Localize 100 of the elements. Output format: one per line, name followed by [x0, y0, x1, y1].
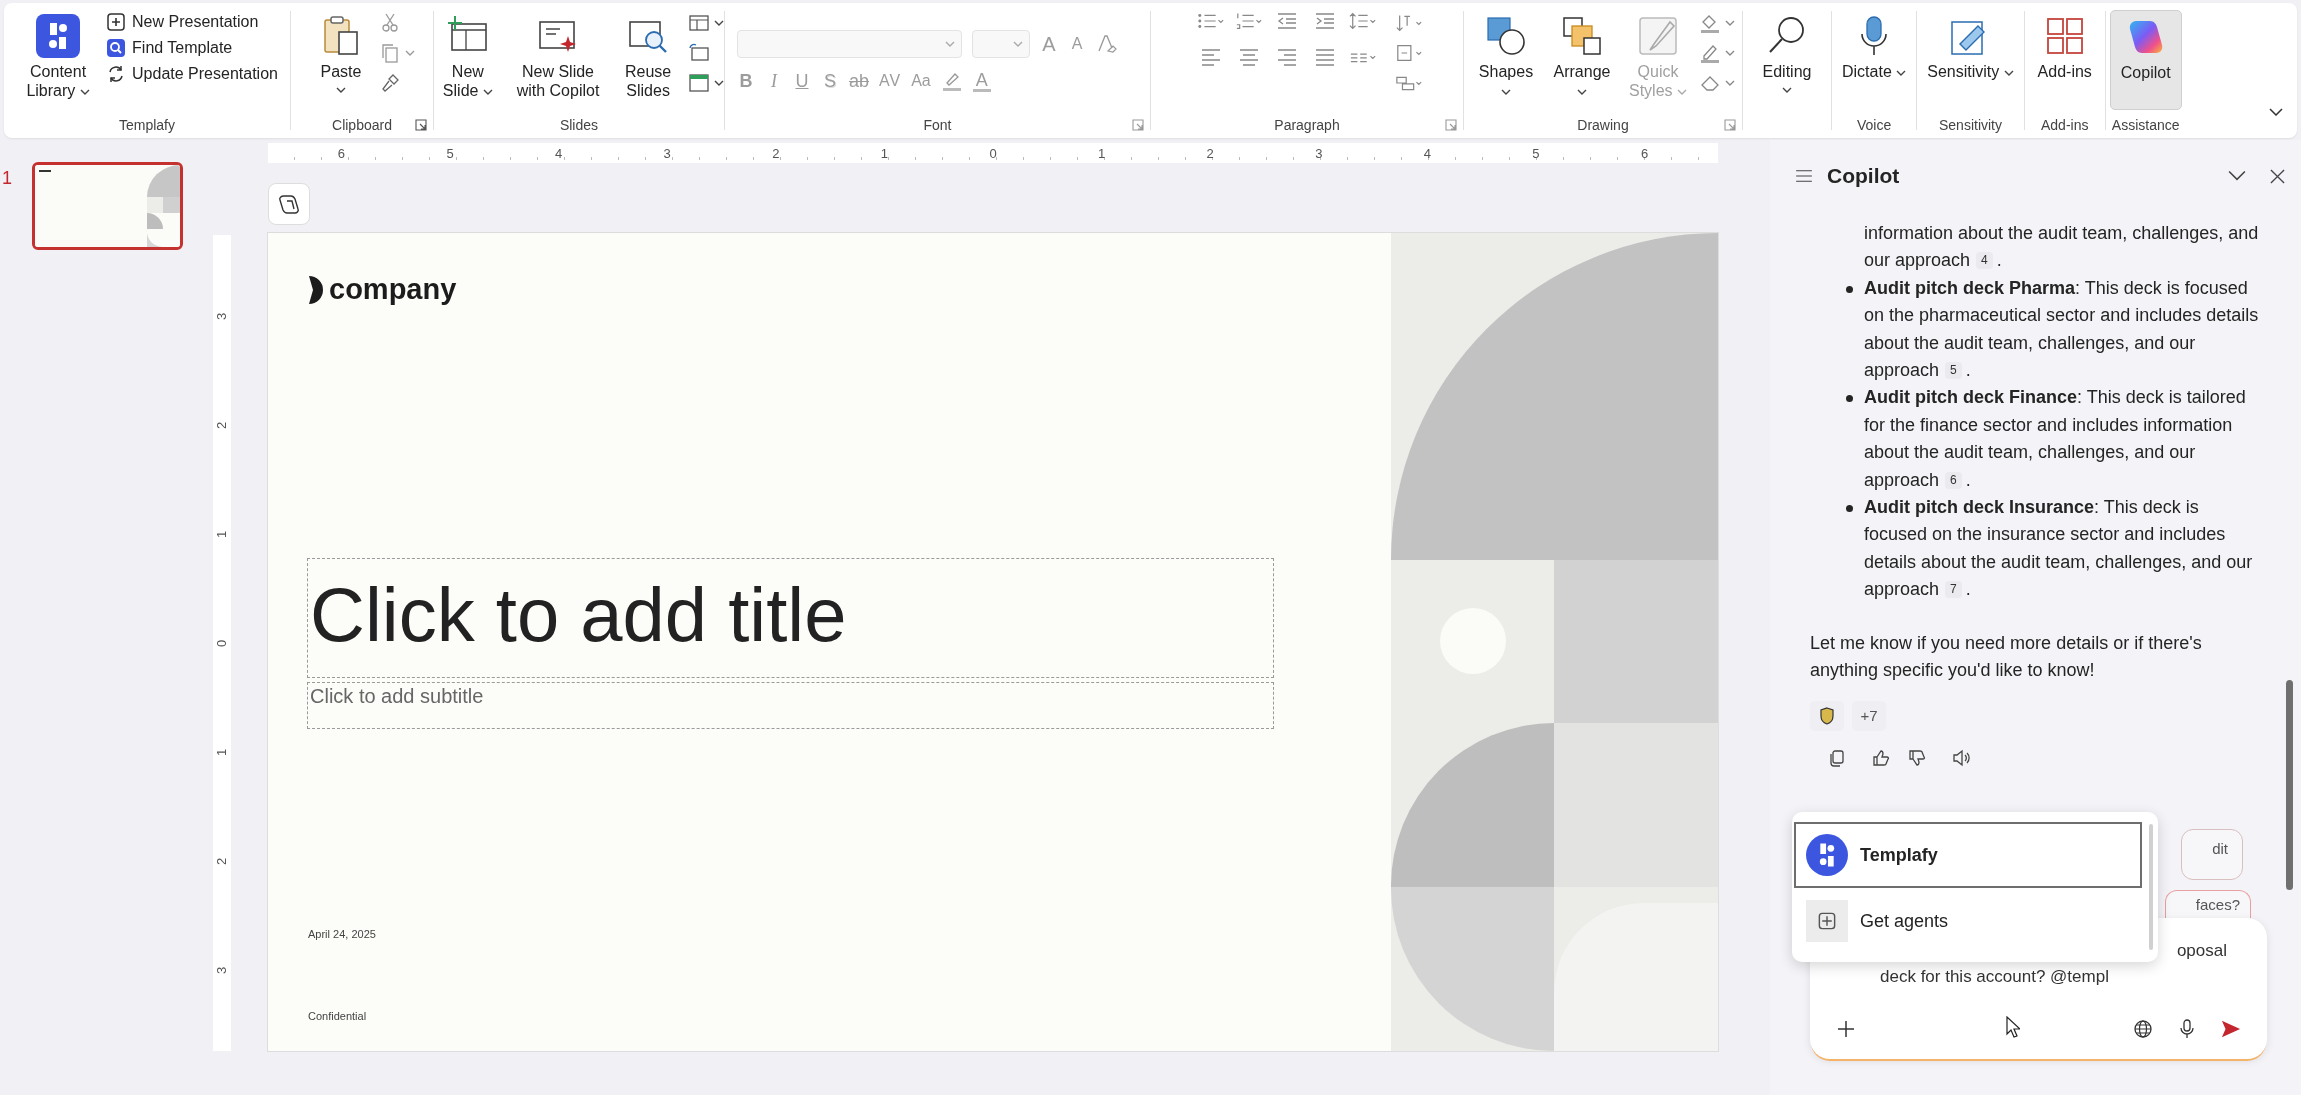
microphone-icon: [2177, 1019, 2197, 1039]
drawing-button[interactable]: Arrange: [1547, 10, 1617, 105]
ruler-number: 2: [1205, 145, 1215, 161]
slide-thumbnail[interactable]: [32, 162, 183, 250]
group-label: Font: [923, 117, 952, 133]
drawing-button[interactable]: Shapes: [1471, 10, 1541, 105]
ribbon-button[interactable]: Add-ins: [2028, 10, 2101, 110]
ruler-number: 4: [554, 145, 564, 161]
speaker-icon: [1952, 748, 1970, 767]
ruler-number: 6: [1639, 145, 1650, 161]
response-text: information about the audit team, challenges, and our approach 4 .: [1864, 222, 2259, 273]
globe-icon: [2133, 1019, 2153, 1039]
caret-icon: [2003, 69, 2014, 76]
ruler-number: 0: [213, 639, 231, 647]
copilot-outline-icon: [278, 193, 300, 215]
slide-button[interactable]: New Slide with Copilot: [507, 10, 609, 105]
caret-icon: [1013, 41, 1023, 47]
logo-icon: [307, 273, 323, 306]
thumbs-up-icon: [1872, 748, 1890, 767]
editing-button[interactable]: Editing: [1745, 10, 1829, 98]
menu-icon: [1795, 169, 1813, 183]
ruler-number: 1: [213, 530, 231, 538]
templafy-command[interactable]: Update Presentation: [106, 64, 278, 84]
align-text-icon: [1395, 42, 1423, 64]
ribbon-button[interactable]: Dictate: [1836, 10, 1913, 110]
ruler-number: 5: [1531, 145, 1541, 161]
close-icon: [2270, 168, 2285, 184]
mention-menu-item[interactable]: Templafy: [1794, 822, 2142, 888]
dialog-launcher-icon: [1132, 119, 1144, 131]
group-label: Assistance: [2110, 116, 2181, 135]
ruler-number: 3: [213, 312, 231, 320]
templafy-command[interactable]: Find Template: [106, 38, 278, 58]
copy-icon: [379, 42, 401, 64]
caret-icon: [1725, 80, 1735, 86]
group-label: Drawing: [1577, 117, 1629, 133]
copilot-button[interactable]: [268, 183, 310, 225]
ruler-number: 6: [336, 145, 347, 161]
slide-canvas[interactable]: company Click to add title Click to add subtitle April 24, 2025 Confidential: [268, 233, 1718, 1051]
group-label: Sensitivity: [1937, 116, 2003, 135]
group-label: Slides: [558, 116, 600, 135]
ruler-number: 1: [879, 145, 889, 161]
ribbon-button[interactable]: Copilot: [2109, 10, 2182, 110]
response-text: Let me know if you need more details or if there's anything specific you'd like to know!: [1810, 631, 2203, 683]
scissors-icon: [379, 12, 401, 34]
slide-button[interactable]: Reuse Slides: [614, 10, 682, 105]
ruler-number: 2: [213, 857, 231, 865]
suggestion-chip[interactable]: dit: [2181, 829, 2243, 880]
reference-button[interactable]: [1810, 700, 1844, 731]
subtitle-placeholder[interactable]: Click to add subtitle: [307, 682, 1274, 729]
templafy-logo-icon: [36, 14, 81, 58]
slide-button[interactable]: New Slide: [434, 10, 502, 105]
ruler-number: 2: [771, 145, 781, 161]
ruler-number: 3: [1314, 145, 1324, 161]
ruler-number: 3: [662, 145, 672, 161]
suggestion-chip[interactable]: faces?: [2164, 890, 2251, 918]
dialog-launcher-icon: [1445, 119, 1457, 131]
caret-icon: [714, 80, 724, 86]
paste-button[interactable]: Paste: [309, 10, 373, 98]
bullet-text: Audit pitch deck Finance: This deck is tailored for the finance sector and includes information about the audit team, challenges, and our approach 6 .: [1864, 386, 2247, 492]
caret-icon: [1677, 88, 1687, 95]
plus-box-icon: [1806, 900, 1848, 942]
templafy-command[interactable]: New Presentation: [106, 12, 278, 32]
group-label: Paragraph: [1274, 117, 1340, 133]
caret-icon: [79, 88, 90, 95]
caret-icon: [714, 20, 724, 26]
copy-icon: [1828, 748, 1846, 767]
panel-title: Copilot: [1827, 164, 1900, 188]
line-spacing-icon: [1349, 10, 1377, 32]
templafy-logo-icon: [1806, 834, 1848, 876]
layout-icon: [688, 12, 710, 34]
ruler-number: 0: [988, 145, 998, 161]
ruler-number: 5: [445, 145, 455, 161]
caret-icon: [1782, 87, 1792, 94]
scrollbar[interactable]: [2286, 680, 2293, 890]
bullet-icon: [1846, 395, 1853, 403]
thumbs-down-icon: [1908, 748, 1926, 767]
brush-icon: [1636, 14, 1680, 58]
bullet-text: Audit pitch deck Insurance: This deck is focused on the insurance sector and includes details about the audit team, challenges, and our approach 7 .: [1864, 496, 2254, 602]
ribbon-button[interactable]: Sensitivity: [1921, 10, 2020, 110]
group-label: Clipboard: [332, 117, 392, 133]
font-size-field[interactable]: [972, 30, 1030, 58]
caret-icon: [1725, 50, 1735, 56]
ruler-number: 4: [1422, 145, 1432, 161]
date-text: April 24, 2025: [308, 928, 376, 940]
ruler-number: 1: [213, 748, 231, 756]
slide-number: 1: [1, 168, 13, 189]
chevron-down-icon: [2228, 169, 2246, 183]
title-placeholder[interactable]: Click to add title: [307, 558, 1274, 678]
company-logo-text: company: [329, 273, 457, 306]
content-library-button[interactable]: Content Library: [16, 10, 101, 105]
group-label: Add-ins: [2040, 116, 2090, 135]
caret-icon: [1896, 69, 1907, 76]
more-references-button[interactable]: +7: [1852, 700, 1886, 731]
clear-formatting-icon: [1096, 33, 1118, 55]
scrollbar[interactable]: [2149, 824, 2153, 950]
send-icon: [2221, 1019, 2241, 1039]
group-label: Templafy: [118, 116, 176, 135]
shapes-icon: [1484, 14, 1528, 58]
caret-icon: [945, 41, 955, 47]
arrange-icon: [1560, 14, 1604, 58]
